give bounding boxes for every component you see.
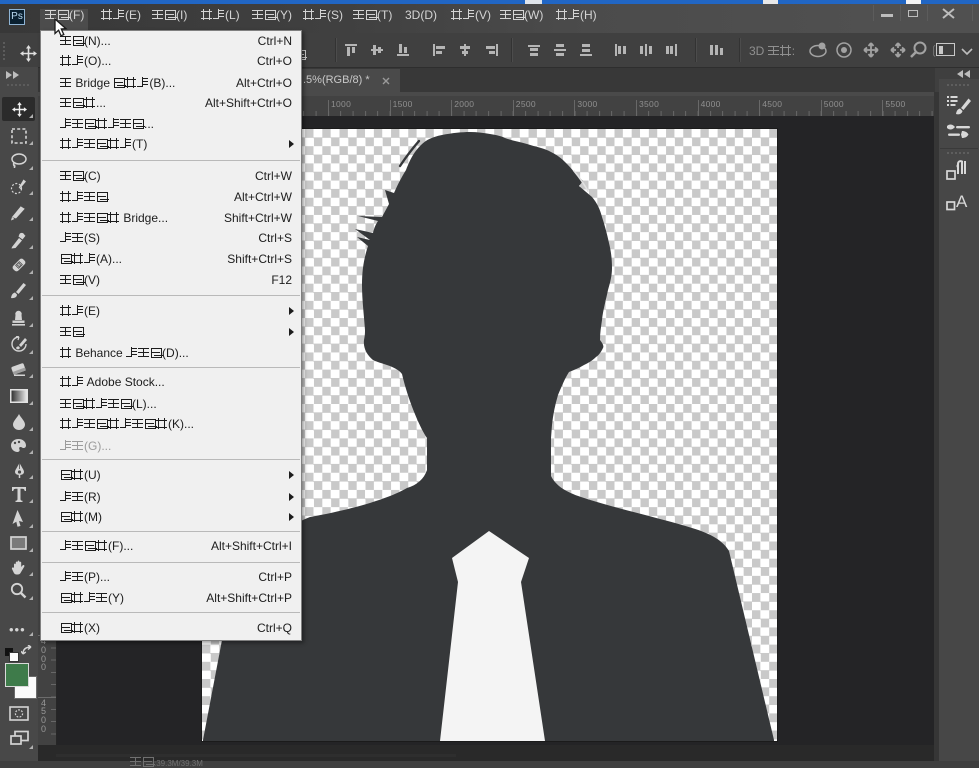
svg-text:A: A: [956, 192, 968, 211]
